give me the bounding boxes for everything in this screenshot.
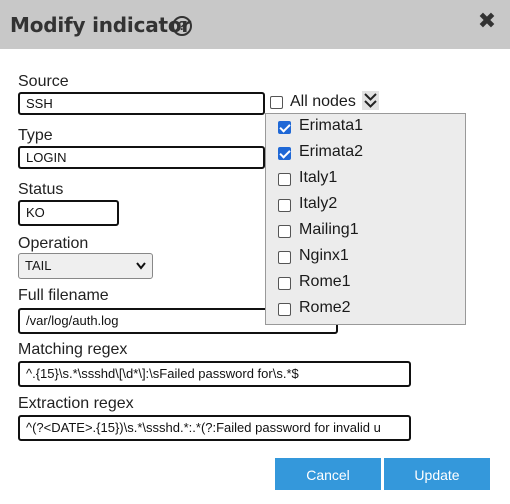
close-icon[interactable]: ✖ — [476, 10, 498, 34]
node-option[interactable]: Mailing1 — [278, 218, 463, 244]
node-option[interactable]: Italy1 — [278, 166, 463, 192]
matching-regex-label: Matching regex — [18, 341, 128, 358]
node-checkbox[interactable] — [278, 199, 291, 212]
double-chevron-down-icon[interactable] — [362, 91, 379, 110]
node-label: Italy2 — [299, 195, 338, 212]
node-option[interactable]: Erimata2 — [278, 140, 463, 166]
extraction-regex-input[interactable]: ^(?<DATE>.{15})\s.*\ssshd.*:.*(?:Failed … — [18, 415, 411, 441]
operation-select-value: TAIL — [25, 258, 52, 273]
node-label: Rome2 — [299, 299, 351, 316]
modify-indicator-dialog: Modify indicator ? ✖ Source SSH All node… — [0, 0, 510, 504]
update-button[interactable]: Update — [384, 458, 490, 490]
node-option[interactable]: Rome2 — [278, 296, 463, 322]
node-checkbox[interactable] — [278, 303, 291, 316]
node-checkbox[interactable] — [278, 121, 291, 134]
node-label: Mailing1 — [299, 221, 359, 238]
extraction-regex-label: Extraction regex — [18, 395, 134, 412]
node-label: Rome1 — [299, 273, 351, 290]
all-nodes-checkbox[interactable] — [270, 96, 283, 109]
source-label: Source — [18, 73, 69, 90]
status-input[interactable]: KO — [18, 200, 119, 226]
cancel-button[interactable]: Cancel — [275, 458, 381, 490]
status-label: Status — [18, 181, 64, 198]
node-option[interactable]: Rome1 — [278, 270, 463, 296]
node-label: Erimata1 — [299, 117, 364, 134]
node-checkbox[interactable] — [278, 147, 291, 160]
type-input[interactable]: LOGIN — [18, 146, 265, 169]
operation-select[interactable]: TAIL — [18, 253, 153, 279]
node-checkbox[interactable] — [278, 277, 291, 290]
node-label: Erimata2 — [299, 143, 364, 160]
node-label: Nginx1 — [299, 247, 349, 264]
node-checkbox[interactable] — [278, 251, 291, 264]
node-option[interactable]: Nginx1 — [278, 244, 463, 270]
node-label: Italy1 — [299, 169, 338, 186]
node-option[interactable]: Italy2 — [278, 192, 463, 218]
nodes-dropdown: Erimata1 Erimata2 Italy1 Italy2 Mailing1 Ngin… — [265, 113, 466, 325]
type-label: Type — [18, 127, 53, 144]
node-option[interactable]: Erimata1 — [278, 114, 463, 140]
dialog-titlebar: Modify indicator ? ✖ — [0, 0, 510, 49]
filename-label: Full filename — [18, 287, 109, 304]
node-checkbox[interactable] — [278, 225, 291, 238]
all-nodes-label: All nodes — [290, 93, 356, 110]
matching-regex-input[interactable]: ^.{15}\s.*\ssshd\[\d*\]:\sFailed passwor… — [18, 361, 411, 387]
source-input[interactable]: SSH — [18, 92, 265, 115]
dialog-title: Modify indicator — [10, 13, 192, 37]
node-checkbox[interactable] — [278, 173, 291, 186]
operation-label: Operation — [18, 235, 89, 252]
chevron-down-icon — [136, 254, 146, 287]
help-icon[interactable]: ? — [172, 16, 192, 36]
